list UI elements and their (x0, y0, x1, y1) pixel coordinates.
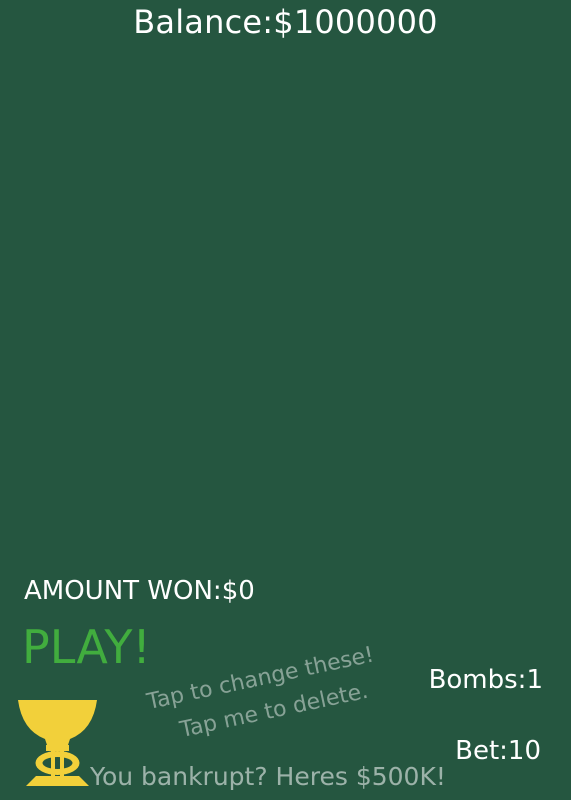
amount-won-display: AMOUNT WON:$0 (24, 576, 255, 606)
trophy-icon[interactable] (15, 698, 100, 788)
play-button[interactable]: PLAY! (22, 622, 151, 673)
bankrupt-refill-button[interactable]: You bankrupt? Heres $500K! (90, 762, 446, 791)
bombs-setting[interactable]: Bombs:1 (429, 665, 543, 695)
balance-display: Balance:$1000000 (133, 3, 438, 41)
bet-setting[interactable]: Bet:10 (455, 736, 541, 766)
